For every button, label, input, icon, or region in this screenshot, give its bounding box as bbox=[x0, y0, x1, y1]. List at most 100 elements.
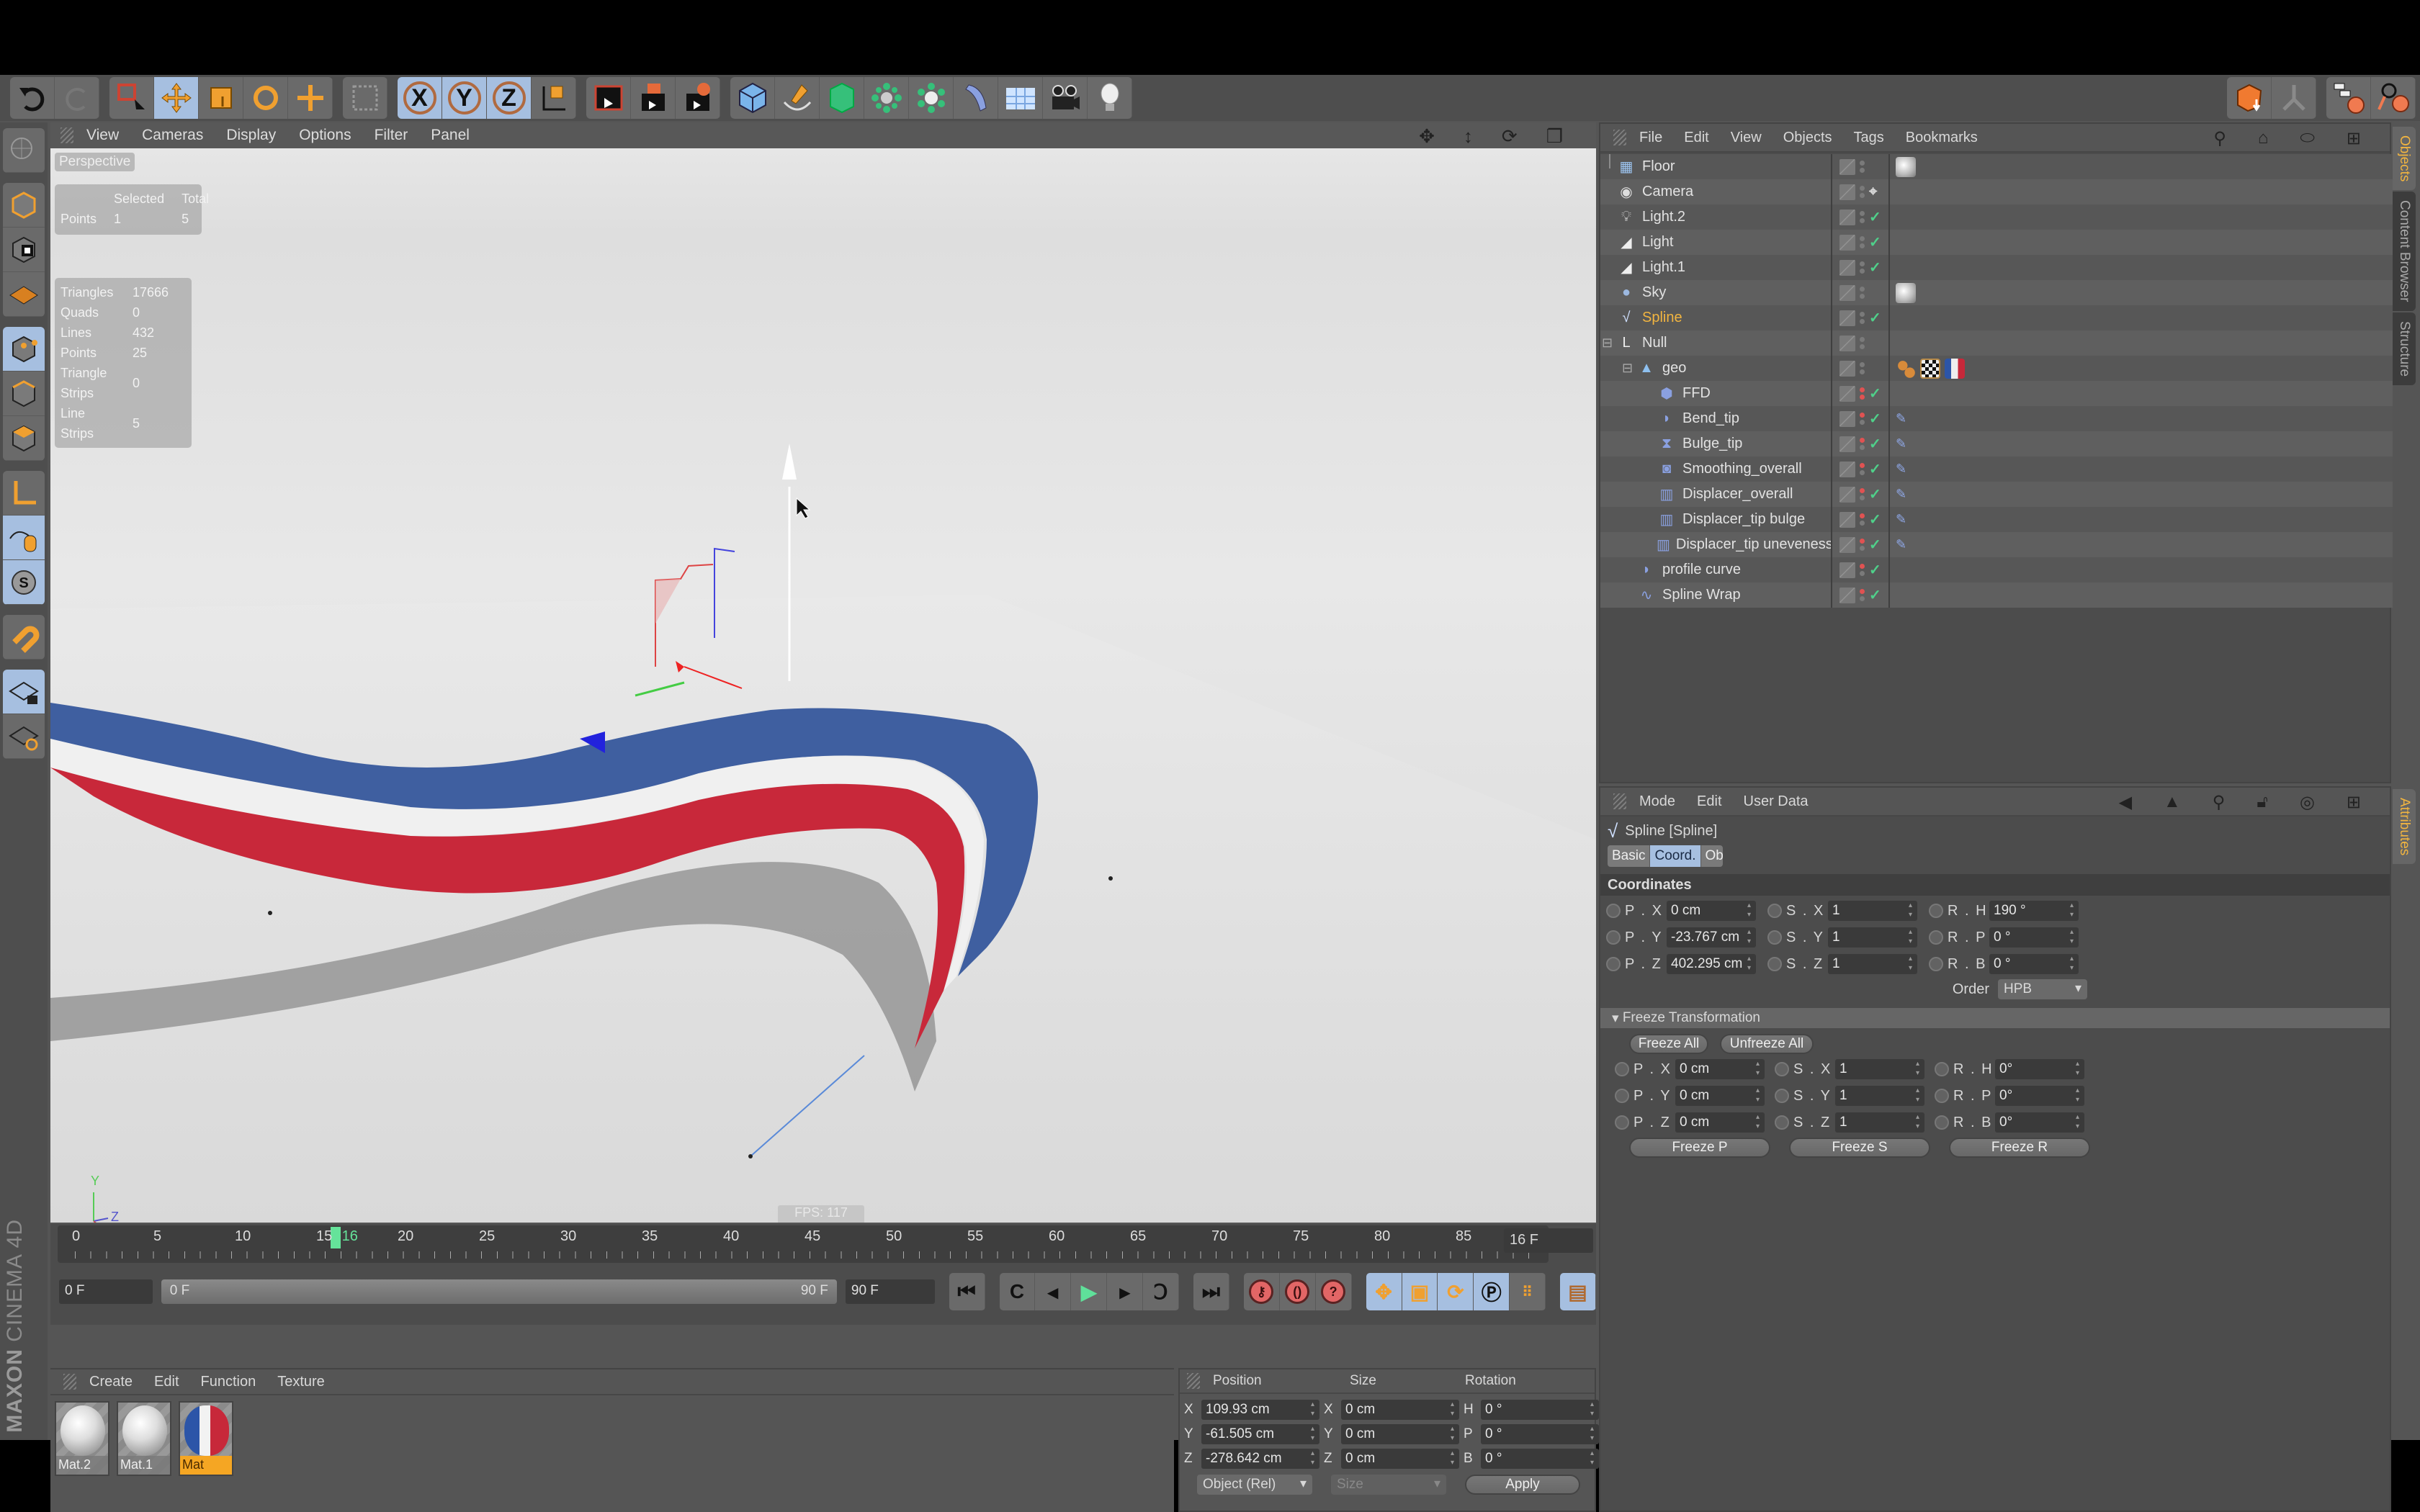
cloner-icon[interactable] bbox=[909, 77, 954, 119]
layer-chip-icon[interactable] bbox=[1839, 461, 1855, 477]
animation-radio-icon[interactable] bbox=[1929, 930, 1943, 945]
inverse-kinematics-icon[interactable] bbox=[2272, 77, 2316, 119]
visibility-dot-icon[interactable] bbox=[1860, 495, 1865, 500]
gizmo-y-arrow[interactable] bbox=[782, 444, 797, 480]
camera-target-icon[interactable]: ⌖ bbox=[1869, 184, 1881, 200]
tab-object[interactable]: Object bbox=[1700, 845, 1723, 867]
enabled-check-icon[interactable]: ✓ bbox=[1869, 233, 1881, 251]
autokeying-icon[interactable]: () bbox=[1280, 1273, 1316, 1310]
visibility-dot-icon[interactable] bbox=[1860, 589, 1865, 594]
visibility-dot-icon[interactable] bbox=[1860, 395, 1865, 400]
object-name[interactable]: Null bbox=[1642, 335, 1667, 351]
polygons-mode-icon[interactable] bbox=[3, 416, 45, 461]
visibility-dots[interactable] bbox=[1860, 312, 1865, 324]
visibility-dots[interactable] bbox=[1860, 186, 1865, 198]
object-name[interactable]: Floor bbox=[1642, 158, 1675, 175]
layer-chip-icon[interactable] bbox=[1839, 436, 1855, 452]
restriction-tag-icon[interactable]: ✎ bbox=[1896, 485, 1913, 505]
order-select[interactable]: HPB bbox=[1998, 979, 2087, 999]
size-mode-select[interactable]: Size bbox=[1331, 1475, 1446, 1495]
floor-icon[interactable] bbox=[998, 77, 1043, 119]
visibility-dot-icon[interactable] bbox=[1860, 521, 1865, 526]
visibility-dot-icon[interactable] bbox=[1860, 387, 1865, 392]
live-selection-icon[interactable] bbox=[109, 77, 154, 119]
start-frame-field[interactable]: 0 F bbox=[59, 1279, 153, 1304]
restriction-tag-icon[interactable]: ✎ bbox=[1896, 409, 1913, 429]
visibility-dots[interactable] bbox=[1860, 161, 1865, 173]
up-arrow-icon[interactable]: ▲ bbox=[2164, 792, 2181, 813]
record-parameter-icon[interactable]: Ⓟ bbox=[1474, 1273, 1510, 1310]
tab-coord[interactable]: Coord. bbox=[1650, 845, 1701, 867]
layer-chip-icon[interactable] bbox=[1839, 335, 1855, 351]
next-frame-icon[interactable]: ▸ bbox=[1107, 1273, 1144, 1310]
snap-icon[interactable]: S bbox=[3, 560, 45, 605]
visibility-dot-icon[interactable] bbox=[1860, 243, 1865, 248]
layer-chip-icon[interactable] bbox=[1839, 234, 1855, 251]
visibility-dots[interactable] bbox=[1860, 387, 1865, 400]
tab-attributes[interactable]: Attributes bbox=[2393, 789, 2416, 865]
om-menu-bookmarks[interactable]: Bookmarks bbox=[1906, 130, 1978, 146]
back-arrow-icon[interactable]: ◀ bbox=[2119, 792, 2132, 813]
visibility-dot-icon[interactable] bbox=[1860, 470, 1865, 475]
layer-chip-icon[interactable] bbox=[1839, 310, 1855, 326]
enabled-check-icon[interactable]: ✓ bbox=[1869, 586, 1881, 604]
enabled-check-icon[interactable]: ✓ bbox=[1869, 208, 1881, 226]
panel-grip-icon[interactable] bbox=[63, 1374, 76, 1390]
object-name[interactable]: geo bbox=[1662, 360, 1686, 377]
om-menu-objects[interactable]: Objects bbox=[1783, 130, 1832, 146]
x-axis-lock-icon[interactable]: X bbox=[398, 77, 442, 119]
object-row[interactable]: ⧗ Bulge_tip ✓ ✎ bbox=[1600, 431, 2393, 456]
object-name[interactable]: Sky bbox=[1642, 284, 1666, 301]
animation-radio-icon[interactable] bbox=[1767, 930, 1782, 945]
object-name[interactable]: Light.2 bbox=[1642, 209, 1685, 225]
viewport-canvas[interactable]: Perspective Selected Total Points 1 5 Tr… bbox=[50, 148, 1596, 1223]
animation-radio-icon[interactable] bbox=[1606, 904, 1621, 918]
object-row[interactable]: ◙ Smoothing_overall ✓ ✎ bbox=[1600, 456, 2393, 482]
field-input[interactable]: 0 cm bbox=[1675, 1112, 1765, 1133]
animation-radio-icon[interactable] bbox=[1615, 1089, 1629, 1103]
go-to-start-icon[interactable]: ⏮ bbox=[949, 1273, 985, 1310]
field-input[interactable]: 1 bbox=[1835, 1112, 1924, 1133]
timeline-ruler[interactable]: 05101520253035404550556065707580859016 bbox=[58, 1225, 1553, 1263]
visibility-dot-icon[interactable] bbox=[1860, 438, 1865, 443]
visibility-dot-icon[interactable] bbox=[1860, 362, 1865, 367]
workplane-lock-icon[interactable] bbox=[3, 670, 45, 714]
target-icon[interactable]: ◎ bbox=[2300, 792, 2315, 813]
visibility-dot-icon[interactable] bbox=[1860, 369, 1865, 374]
layer-chip-icon[interactable] bbox=[1839, 587, 1855, 603]
object-name[interactable]: Smoothing_overall bbox=[1682, 461, 1802, 477]
layer-chip-icon[interactable] bbox=[1839, 511, 1855, 528]
visibility-dot-icon[interactable] bbox=[1860, 287, 1865, 292]
mat-menu-function[interactable]: Function bbox=[201, 1374, 256, 1390]
object-name[interactable]: Displacer_overall bbox=[1682, 486, 1793, 503]
field-input[interactable]: 1 bbox=[1828, 954, 1917, 974]
field-input[interactable]: 0° bbox=[1995, 1059, 2084, 1079]
viewport-menu-filter[interactable]: Filter bbox=[375, 127, 408, 144]
visibility-dot-icon[interactable] bbox=[1860, 571, 1865, 576]
visibility-dot-icon[interactable] bbox=[1860, 269, 1865, 274]
model-mode-icon[interactable] bbox=[3, 183, 45, 228]
viewport-menu-cameras[interactable]: Cameras bbox=[142, 127, 203, 144]
object-name[interactable]: Camera bbox=[1642, 184, 1693, 200]
material-tag-icon[interactable] bbox=[1896, 282, 1916, 303]
go-to-end-icon[interactable]: ⏭ bbox=[1193, 1273, 1229, 1310]
freeze-all-button[interactable]: Freeze All bbox=[1629, 1034, 1708, 1054]
viewport-menu-view[interactable]: View bbox=[86, 127, 119, 144]
size-input[interactable]: 0 cm bbox=[1341, 1424, 1459, 1444]
layer-chip-icon[interactable] bbox=[1839, 360, 1855, 377]
layer-chip-icon[interactable] bbox=[1839, 158, 1855, 175]
om-menu-view[interactable]: View bbox=[1731, 130, 1762, 146]
object-name[interactable]: Displacer_tip bulge bbox=[1682, 511, 1805, 528]
axis-mode-icon[interactable] bbox=[3, 471, 45, 516]
visibility-dot-icon[interactable] bbox=[1860, 546, 1865, 551]
record-rotation-icon[interactable]: ⟳ bbox=[1438, 1273, 1474, 1310]
visibility-dot-icon[interactable] bbox=[1860, 539, 1865, 544]
field-input[interactable]: 0 cm bbox=[1675, 1059, 1765, 1079]
enabled-check-icon[interactable]: ✓ bbox=[1869, 258, 1881, 276]
redo-icon[interactable] bbox=[55, 77, 99, 119]
coordinate-system-icon[interactable] bbox=[343, 77, 387, 119]
visibility-dot-icon[interactable] bbox=[1860, 564, 1865, 569]
flag-material-tag-icon[interactable] bbox=[1945, 358, 1965, 379]
visibility-dots[interactable] bbox=[1860, 513, 1865, 526]
visibility-dot-icon[interactable] bbox=[1860, 261, 1865, 266]
